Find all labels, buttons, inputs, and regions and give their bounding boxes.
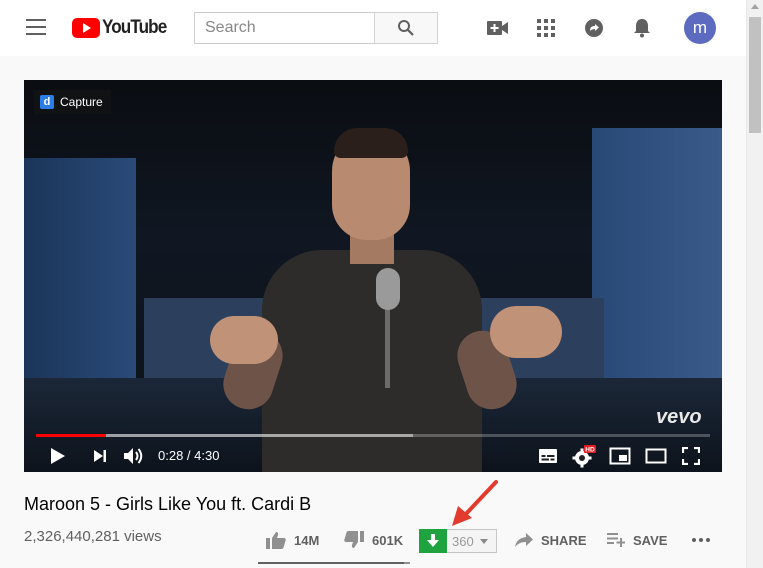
search-button[interactable] [374,12,438,44]
share-icon [515,533,533,547]
fullscreen-icon [682,447,700,465]
video-camera-plus-icon [487,21,508,35]
mute-button[interactable] [122,444,146,468]
subtitles-button[interactable] [536,444,560,468]
capture-logo-icon: d [40,95,54,109]
search-input[interactable] [194,12,374,44]
download-quality-value: 360 [452,533,474,549]
vevo-watermark: vevo [656,406,702,428]
player-controls: 0:28 / 4:30 HD [24,440,722,472]
create-video-button[interactable] [486,16,510,40]
video-frame-singer-hair [334,128,408,158]
time-display: 0:28 / 4:30 [158,448,220,463]
save-label: SAVE [633,532,668,548]
more-actions-button[interactable] [692,538,710,542]
messages-button[interactable] [582,16,606,40]
fullscreen-button[interactable] [679,444,703,468]
subtitles-icon [539,449,557,463]
youtube-play-logo-icon [72,18,100,38]
page-scrollbar[interactable] [746,0,763,568]
video-frame-mic-stand [385,308,390,388]
bell-icon [634,19,650,38]
share-label: SHARE [541,532,587,548]
video-frame-panel-left [24,158,136,378]
notifications-button[interactable] [630,16,654,40]
gear-icon: HD [572,445,596,468]
view-count: 2,326,440,281 views [24,528,162,545]
play-button[interactable] [46,444,70,468]
play-icon [51,448,65,464]
chevron-down-icon [479,538,488,544]
thumbs-down-icon [344,531,364,548]
more-dot-icon [699,538,703,542]
skip-next-icon [94,450,106,462]
settings-button[interactable]: HD [572,444,596,468]
dislike-count: 601K [372,532,404,548]
more-dot-icon [692,538,696,542]
download-quality-select[interactable]: 360 [447,529,497,553]
video-title: Maroon 5 - Girls Like You ft. Cardi B [24,494,312,514]
youtube-logo[interactable]: YouTube [72,17,173,39]
scroll-up-arrow-icon[interactable] [751,4,759,9]
hamburger-menu-icon[interactable] [26,19,46,35]
download-widget: 360 [419,529,497,553]
download-button[interactable] [419,529,447,553]
volume-icon [124,448,143,464]
progress-played [36,434,107,437]
youtube-watch-page: YouTube m [0,0,763,568]
avatar[interactable]: m [684,12,716,44]
video-frame-panel-right [592,128,722,378]
download-arrow-icon [427,534,439,547]
progress-bar[interactable] [36,434,710,437]
more-dot-icon [706,538,710,542]
theater-mode-icon [645,448,667,464]
capture-badge-label: Capture [60,95,103,109]
search-icon [398,20,414,36]
masthead: YouTube m [0,0,746,56]
share-arrow-icon [585,19,603,37]
like-button[interactable]: 14M [266,530,319,550]
video-player[interactable]: d Capture vevo 0:28 / 4:30 HD [24,80,722,472]
theater-mode-button[interactable] [644,444,668,468]
scrollbar-thumb[interactable] [749,17,761,133]
logo-text: YouTube [102,17,167,38]
next-button[interactable] [88,444,112,468]
miniplayer-button[interactable] [608,444,632,468]
share-button[interactable]: SHARE [515,530,587,550]
search-bar [194,12,438,44]
playlist-add-icon [607,533,625,547]
thumbs-up-icon [266,532,286,549]
apps-button[interactable] [534,16,558,40]
video-frame-singer-body [262,250,482,472]
video-frame-microphone [376,268,400,310]
video-frame-singer-hand-left [210,316,278,364]
annotation-arrow-icon [452,480,498,526]
like-ratio-fill [258,562,404,564]
like-dislike-ratio-bar [258,562,410,564]
hd-badge: HD [585,447,595,454]
capture-extension-badge[interactable]: d Capture [34,90,111,114]
like-count: 14M [294,532,320,548]
miniplayer-icon [609,447,631,465]
dislike-button[interactable]: 601K [344,530,403,550]
video-frame-singer-hand-right [490,306,562,358]
save-button[interactable]: SAVE [607,530,667,550]
apps-grid-icon [537,19,555,37]
